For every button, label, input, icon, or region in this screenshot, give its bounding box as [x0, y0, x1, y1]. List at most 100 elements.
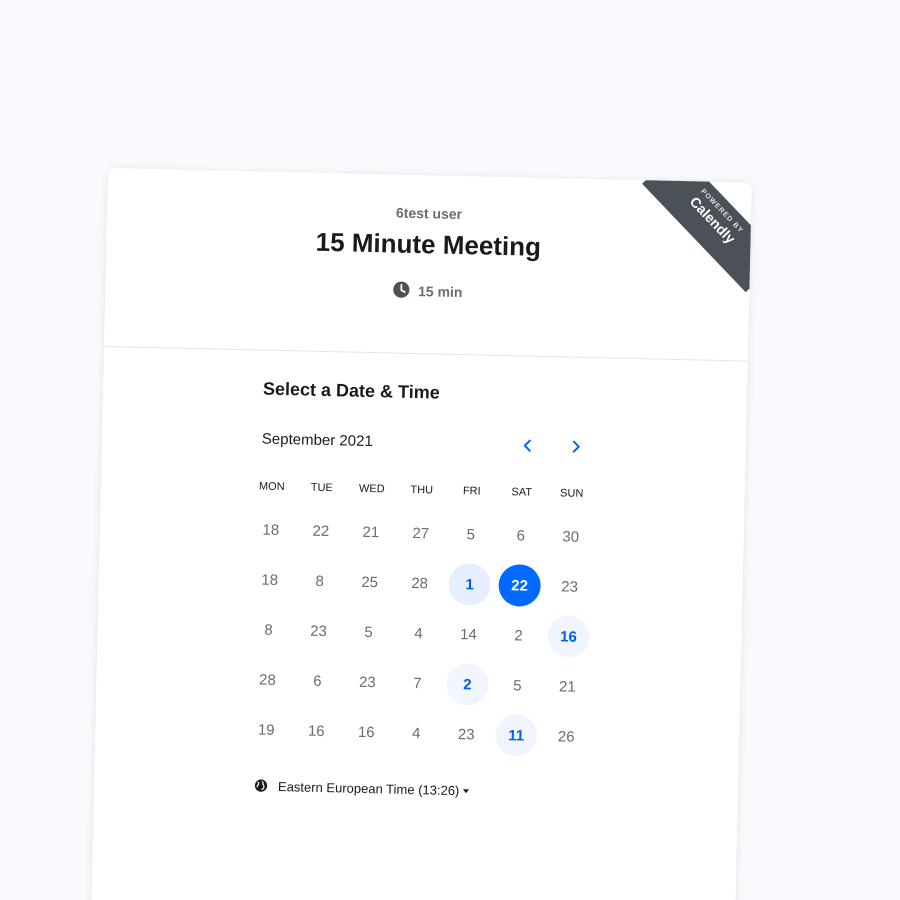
calendar-day: 16 [291, 705, 342, 756]
calendar-day-number: 7 [413, 674, 422, 692]
weekday-label: SUN [559, 487, 584, 500]
calendar-day: 23 [441, 709, 492, 760]
weekday-label: SAT [511, 486, 533, 499]
calendar-day-number: 18 [261, 571, 279, 589]
duration-label: 15 min [417, 283, 463, 301]
calendar-day: 26 [541, 711, 592, 762]
calendar-day-available[interactable]: 11 [491, 710, 542, 761]
calendar-day-number: 26 [557, 727, 575, 746]
calendar-day-available[interactable]: 2 [442, 659, 493, 710]
calendar-week-row: 28 6 23 7 2 5 21 [242, 654, 593, 712]
booking-card: 6test user 15 Minute Meeting 15 min POWE… [90, 168, 752, 900]
chevron-right-icon [572, 440, 580, 453]
page-background: 6test user 15 Minute Meeting 15 min POWE… [0, 0, 900, 900]
calendar-day-number: 14 [459, 625, 478, 643]
calendar-day-number: 19 [257, 721, 275, 739]
calendar-day-number: 2 [445, 662, 489, 706]
calendar-day-number: 22 [498, 563, 542, 607]
calendar-day-selected[interactable]: 22 [494, 560, 545, 611]
globe-icon [254, 779, 268, 792]
calendar-day-number: 6 [313, 672, 322, 690]
calendar-day-number: 18 [262, 521, 280, 539]
calendar-day: 7 [392, 658, 443, 709]
calendar-day: 22 [295, 505, 346, 556]
calendar-day: 23 [293, 605, 344, 656]
caret-down-icon [463, 789, 470, 794]
calendar-day: 18 [244, 554, 295, 605]
timezone-label: Eastern European Time [277, 779, 415, 798]
next-month-button[interactable] [564, 435, 589, 460]
calendar-week-row: 18 8 25 28 1 22 23 [244, 554, 595, 612]
calendar-grid: MON TUE WED THU FRI SAT SUN 18 22 21 27 5 6 30… [241, 474, 597, 762]
calendar-day-number: 16 [547, 615, 590, 659]
calendar-day-number: 5 [513, 676, 522, 695]
calendar-day-number: 16 [307, 722, 325, 740]
calendar-day: 23 [544, 561, 595, 612]
calendar-day-number: 23 [457, 725, 475, 743]
weekday-label: FRI [462, 485, 481, 498]
calendar-day-number: 30 [562, 527, 580, 546]
calendar-day: 4 [393, 608, 444, 659]
calendar-weeks: 18 22 21 27 5 6 30 18 8 25 28 1 22 23 8 23 5 4 14 2 16 28 6 23 7… [241, 504, 597, 762]
calendar-day-number: 28 [258, 671, 276, 689]
calendar-day-number: 16 [357, 723, 375, 741]
calendar-week-row: 8 23 5 4 14 2 16 [243, 604, 594, 662]
calendar-day: 6 [292, 655, 343, 706]
calendar-day: 28 [394, 558, 445, 609]
calendar-day-number: 8 [315, 572, 325, 590]
chevron-left-icon [523, 439, 531, 452]
event-header: 6test user 15 Minute Meeting 15 min POWE… [103, 168, 752, 362]
calendar-day-number: 8 [264, 621, 273, 639]
calendar-day-number: 23 [358, 673, 376, 691]
select-date-heading: Select a Date & Time [262, 378, 440, 403]
event-title: 15 Minute Meeting [315, 226, 542, 262]
calendar-day: 23 [342, 656, 393, 707]
calendar-day-number: 5 [466, 525, 476, 543]
calendar-day-number: 23 [561, 577, 579, 596]
calendar-day: 5 [492, 660, 543, 711]
calendar-day: 2 [493, 610, 544, 661]
calendar-day: 18 [245, 504, 296, 555]
calendar-day-number: 22 [312, 522, 330, 540]
calendar-day-number: 11 [494, 713, 538, 757]
calendar-day-number: 4 [411, 724, 421, 742]
calendar-day: 4 [391, 708, 442, 759]
calendar-day-available[interactable]: 16 [543, 611, 594, 662]
calendar-week-row: 18 22 21 27 5 6 30 [245, 504, 596, 562]
calendar-day: 5 [343, 606, 394, 657]
calendar-day: 21 [345, 506, 396, 557]
timezone-current-time: (13:26) [418, 782, 460, 799]
calendar-day-number: 21 [558, 677, 576, 696]
calendar-day: 5 [445, 509, 496, 560]
calendar-day-number: 23 [310, 622, 328, 640]
calendar-day-number: 5 [364, 623, 373, 641]
clock-icon [393, 281, 410, 298]
calendar-day-number: 4 [414, 624, 423, 642]
calendar-day: 19 [241, 704, 292, 755]
calendar-day: 6 [495, 510, 546, 561]
calendar-day: 27 [395, 508, 446, 559]
weekday-label: THU [410, 483, 434, 497]
weekday-header-row: MON TUE WED THU FRI SAT SUN [247, 474, 597, 506]
powered-by-calendly-badge[interactable]: POWERED BY Calendly [642, 168, 752, 293]
calendar-day-number: 21 [362, 523, 380, 541]
calendar-day-number: 1 [448, 562, 492, 606]
timezone-selector[interactable]: Eastern European Time (13:26) [254, 778, 470, 798]
weekday-label: WED [358, 482, 385, 496]
calendar-day-number: 28 [411, 574, 429, 592]
calendar-day: 30 [545, 511, 596, 562]
calendar-day-available[interactable]: 1 [444, 559, 495, 610]
weekday-label: TUE [310, 481, 333, 495]
calendar-day: 8 [243, 604, 294, 655]
calendar-day: 28 [242, 654, 293, 705]
calendar-day-number: 2 [514, 626, 523, 645]
event-duration: 15 min [105, 274, 749, 307]
month-label: September 2021 [261, 430, 373, 451]
calendar-week-row: 19 16 16 4 23 11 26 [241, 704, 592, 762]
calendar-day: 14 [443, 609, 494, 660]
prev-month-button[interactable] [516, 434, 541, 459]
calendar-day-number: 27 [412, 524, 430, 542]
calendar-day: 8 [294, 555, 345, 606]
calendar-day: 25 [344, 556, 395, 607]
weekday-label: MON [258, 480, 285, 494]
